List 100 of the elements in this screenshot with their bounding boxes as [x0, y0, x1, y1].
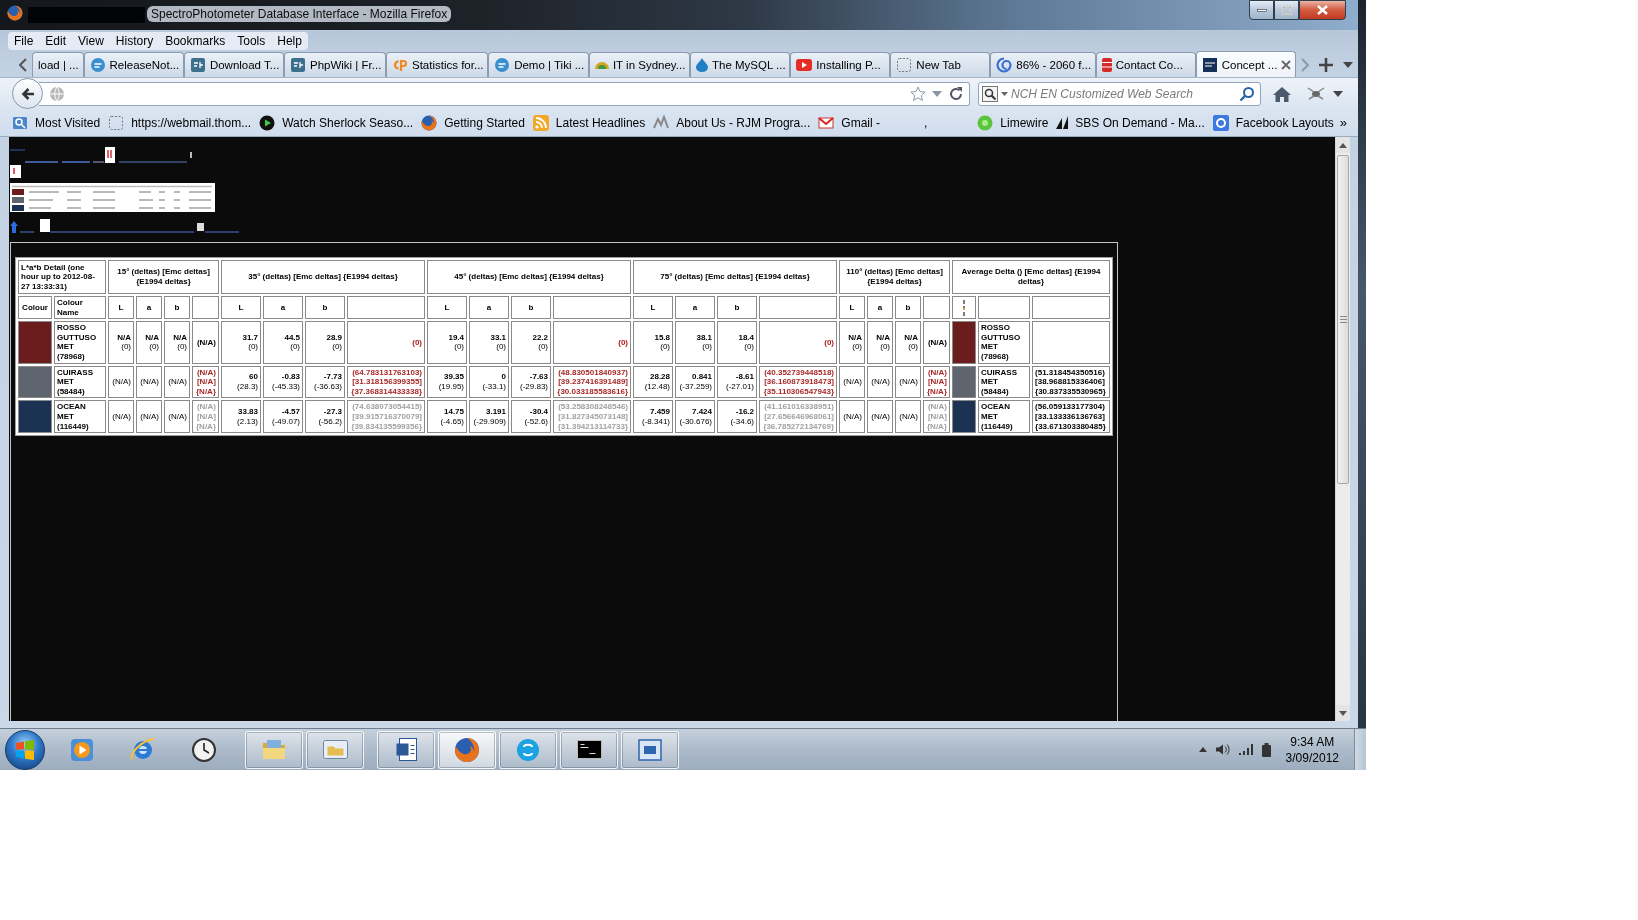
bookmark-item[interactable]: Most Visited: [8, 114, 105, 131]
bookmark-item[interactable]: ,: [919, 115, 932, 130]
menu-item[interactable]: Bookmarks: [159, 33, 232, 49]
bookmark-item[interactable]: Getting Started: [417, 114, 529, 131]
table-caption: L*a*b Detail (one hour up to 2012-08-27 13:33:31): [18, 260, 106, 294]
browser-tab[interactable]: The MySQL ...: [689, 52, 791, 77]
table-cell: 0 (-33.1): [469, 365, 509, 399]
menu-item[interactable]: Help: [271, 33, 308, 49]
menu-item[interactable]: Tools: [231, 33, 272, 49]
home-icon[interactable]: [1273, 85, 1291, 102]
browser-tab[interactable]: Statistics for...: [385, 52, 489, 77]
close-button[interactable]: [1299, 0, 1346, 20]
dashed-square-icon: [108, 114, 125, 131]
flag-icon: [16, 739, 34, 760]
table-cell: N/A (0): [108, 321, 134, 364]
table-cell: (N/A): [164, 365, 190, 399]
bookmark-item[interactable]: Watch Sherlock Seaso...: [255, 114, 418, 131]
browser-tab[interactable]: load | ...: [32, 52, 84, 77]
table-cell: N/A (0): [164, 321, 190, 364]
browser-tab[interactable]: Download T...: [183, 52, 284, 77]
bookmark-item[interactable]: https://webmail.thom...: [104, 114, 256, 131]
bookmark-item[interactable]: About Us - RJM Progra...: [649, 114, 815, 131]
reload-icon[interactable]: [948, 85, 964, 102]
empty-table-cell: [978, 296, 1030, 320]
taskbar-button[interactable]: [438, 730, 496, 769]
table-cell: N/A (0): [867, 321, 893, 364]
chevron-left-icon[interactable]: [19, 57, 27, 72]
table-cell: 60 (28.3): [221, 365, 261, 399]
taskbar-button[interactable]: [560, 730, 618, 769]
browser-tab[interactable]: 86% - 2060 f...: [990, 52, 1096, 77]
browser-tab[interactable]: PhpWiki | Fr...: [284, 52, 386, 77]
column-header: b: [895, 296, 921, 320]
bug-icon[interactable]: [1307, 86, 1325, 101]
search-field[interactable]: NCH EN Customized Web Search: [978, 81, 1261, 106]
menu-item[interactable]: Edit: [39, 33, 73, 49]
back-arrow-icon: [19, 85, 36, 102]
table-cell: 3.191 (-29.909): [469, 400, 509, 434]
column-header: L: [427, 296, 467, 320]
chevron-up-icon[interactable]: [1198, 747, 1207, 752]
clock-button[interactable]: 9:34 AM 3/09/2012: [1279, 733, 1345, 766]
browser-tab[interactable]: IT in Sydney...: [588, 52, 690, 77]
column-group-header: 110° (deltas) [Emc deltas] {E1994 deltas}: [839, 260, 950, 294]
menu-item[interactable]: View: [72, 33, 110, 49]
table-cell: (N/A): [839, 400, 865, 434]
column-header: b: [511, 296, 551, 320]
browser-tab[interactable]: Concept ...: [1195, 51, 1296, 77]
bookmarks-overflow-button[interactable]: »: [1337, 115, 1349, 130]
menu-item[interactable]: File: [8, 33, 40, 49]
column-header: a: [675, 296, 715, 320]
grip-lines-icon: [1339, 316, 1347, 323]
folder-icon: [263, 740, 285, 759]
table-cell: OCEAN MET (116449): [978, 400, 1030, 434]
taskbar-button[interactable]: [377, 730, 435, 769]
caret-icon[interactable]: [1343, 61, 1353, 68]
start-button[interactable]: [5, 729, 45, 770]
bookmark-item[interactable]: Gmail -: [814, 115, 884, 130]
minimize-button[interactable]: [1249, 0, 1274, 20]
bookmark-item[interactable]: Latest Headlines: [528, 114, 650, 131]
close-icon[interactable]: [1281, 59, 1292, 70]
maximize-button[interactable]: [1274, 0, 1299, 20]
browser-tab[interactable]: Installing P...: [790, 52, 891, 77]
scroll-down-button[interactable]: [1336, 705, 1350, 721]
bookmark-item[interactable]: SBS On Demand - Ma...: [1052, 115, 1209, 130]
empty-table-cell: [923, 296, 950, 320]
menu-item[interactable]: History: [109, 33, 160, 49]
square-logo-icon: [1212, 114, 1229, 131]
browser-tab[interactable]: Contact Co...: [1095, 52, 1196, 77]
column-group-header: 35° (deltas) [Emc deltas] {E1994 deltas}: [221, 260, 425, 294]
column-group-header: 75° (deltas) [Emc deltas] {E1994 deltas}: [633, 260, 837, 294]
battery-icon[interactable]: [1261, 742, 1271, 757]
table-cell: (N/A): [192, 321, 219, 364]
table-cell: (N/A): [136, 365, 162, 399]
caret-icon[interactable]: [1001, 91, 1008, 96]
signal-bars-icon[interactable]: [1238, 744, 1253, 755]
browser-tab[interactable]: New Tab: [890, 52, 991, 77]
browser-tab[interactable]: Demo | Tiki ...: [488, 52, 589, 77]
bookmark-item[interactable]: Facebook Layouts: [1208, 114, 1338, 131]
scroll-thumb[interactable]: [1337, 155, 1349, 484]
speaker-icon[interactable]: [1215, 744, 1230, 755]
table-cell: (0): [553, 321, 631, 364]
column-header: L: [221, 296, 261, 320]
column-header: b: [717, 296, 757, 320]
table-cell: (N/A) [N/A] {N/A}: [923, 365, 950, 399]
table-cell: (N/A): [108, 400, 134, 434]
play-icon: [71, 738, 93, 761]
swirl-icon: [996, 57, 1013, 73]
browser-tab[interactable]: ReleaseNot...: [83, 52, 184, 77]
table-cell: -8.61 (-27.01): [717, 365, 757, 399]
search-icon[interactable]: [1239, 85, 1255, 102]
back-button[interactable]: [12, 78, 43, 109]
dome-icon: [594, 61, 609, 69]
table-cell: 38.1 (0): [675, 321, 715, 364]
bookmark-item[interactable]: Limewire: [973, 114, 1053, 131]
table-cell: (N/A): [867, 400, 893, 434]
star-icon[interactable]: [910, 85, 926, 102]
magnifier-icon[interactable]: [982, 85, 998, 102]
caret-icon[interactable]: [1333, 90, 1343, 97]
plus-icon[interactable]: [1319, 57, 1333, 72]
scroll-up-button[interactable]: [1336, 137, 1350, 153]
address-field[interactable]: [39, 81, 970, 106]
